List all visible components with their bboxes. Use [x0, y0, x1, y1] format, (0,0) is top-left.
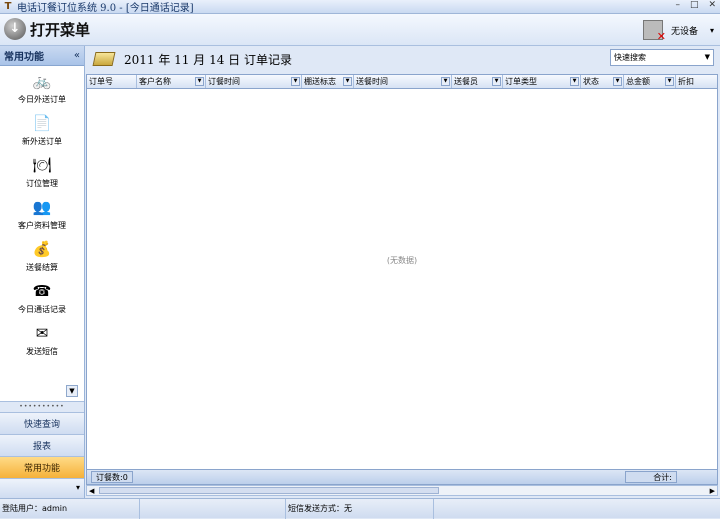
column-header-delivery-time[interactable]: 送餐时间 ▼ [354, 75, 452, 88]
sidebar-options-bar: ▾ [0, 478, 84, 498]
column-header-status[interactable]: 状态 ▼ [581, 75, 624, 88]
filter-dropdown-icon[interactable]: ▼ [613, 77, 622, 86]
sidebar-item-sms[interactable]: ✉ 发送短信 [0, 322, 84, 357]
down-arrow-icon: ↓ [4, 18, 26, 40]
scrollbar-thumb[interactable] [99, 487, 439, 494]
quick-search-select[interactable]: 快速搜索 ▼ [610, 49, 714, 66]
device-label: 无设备 [670, 26, 698, 37]
table-reservation-icon: 🍽 [32, 156, 52, 174]
page-title: 2011 年 11 月 14 日 订单记录 [124, 52, 292, 67]
customer-icon: 👥 [32, 198, 52, 216]
filter-dropdown-icon[interactable]: ▼ [343, 77, 352, 86]
open-menu-button[interactable]: ↓ 打开菜单 [4, 18, 90, 40]
column-header-order-time[interactable]: 订餐时间 ▼ [206, 75, 302, 88]
call-log-icon: ☎ [32, 282, 52, 300]
filter-dropdown-icon[interactable]: ▼ [195, 77, 204, 86]
sidebar-scroll-down-button[interactable]: ▼ [66, 385, 78, 397]
sidebar-item-label: 客户资料管理 [18, 221, 66, 230]
nav-button-common-functions[interactable]: 常用功能 [0, 456, 84, 478]
sidebar-item-label: 今日外送订单 [18, 95, 66, 104]
minimize-button[interactable]: – [675, 0, 680, 10]
window-title: 电话订餐订位系统 9.0 - [今日通话记录] [17, 3, 194, 14]
window-controls: – □ ✕ [675, 0, 716, 10]
filter-dropdown-icon[interactable]: ▼ [492, 77, 501, 86]
column-header-customer[interactable]: 客户名称 ▼ [137, 75, 206, 88]
status-user: 登陆用户：admin [0, 499, 140, 519]
splitter-grip[interactable]: •••••••••• [0, 402, 84, 412]
chevron-down-icon[interactable]: ▾ [710, 26, 714, 35]
filter-dropdown-icon[interactable]: ▼ [441, 77, 450, 86]
column-header-courier[interactable]: 送餐员 ▼ [452, 75, 503, 88]
sidebar-header: 常用功能 « [0, 46, 84, 66]
column-header-order-type[interactable]: 订单类型 ▼ [503, 75, 581, 88]
sidebar-item-settlement[interactable]: 💰 送餐结算 [0, 238, 84, 273]
title-bar: T 电话订餐订位系统 9.0 - [今日通话记录] – □ ✕ [0, 0, 720, 14]
total-amount: 合计: [625, 471, 677, 483]
sidebar-item-label: 送餐结算 [26, 263, 58, 272]
main-panel: 2011 年 11 月 14 日 订单记录 快速搜索 ▼ 订单号 客户名称 ▼ 订… [86, 46, 720, 498]
sidebar: 常用功能 « 🚲 今日外送订单 📄 新外送订单 🍽 订位管理 👥 客户资料管理 … [0, 46, 85, 498]
sidebar-items: 🚲 今日外送订单 📄 新外送订单 🍽 订位管理 👥 客户资料管理 💰 送餐结算 … [0, 66, 84, 402]
status-bar: 登陆用户：admin 短信发送方式：无 [0, 498, 720, 519]
filter-dropdown-icon[interactable]: ▼ [665, 77, 674, 86]
sidebar-item-call-log[interactable]: ☎ 今日通话记录 [0, 280, 84, 315]
sidebar-item-today-delivery[interactable]: 🚲 今日外送订单 [0, 70, 84, 105]
maximize-button[interactable]: □ [690, 0, 699, 10]
column-header-total[interactable]: 总金额 ▼ [624, 75, 676, 88]
order-count: 订餐数:0 [91, 471, 133, 483]
table-header: 订单号 客户名称 ▼ 订餐时间 ▼ 棚送标志 ▼ 送餐时间 ▼ 送餐员 ▼ 订单类型 ▼ 状… [87, 75, 717, 89]
collapse-icon[interactable]: « [74, 50, 80, 61]
bike-delivery-icon: 🚲 [32, 72, 52, 90]
filter-dropdown-icon[interactable]: ▼ [291, 77, 300, 86]
coins-icon: 💰 [32, 240, 52, 258]
status-sms-mode: 短信发送方式：无 [286, 499, 434, 519]
device-status[interactable]: 无设备 ▾ [642, 20, 714, 43]
menu-bar: ↓ 打开菜单 无设备 ▾ [0, 14, 720, 46]
status-empty-1 [140, 499, 286, 519]
close-button[interactable]: ✕ [708, 0, 716, 10]
nav-button-reports[interactable]: 报表 [0, 434, 84, 456]
sidebar-item-label: 新外送订单 [22, 137, 62, 146]
status-empty-2 [434, 499, 720, 519]
chevron-down-icon: ▼ [704, 53, 710, 61]
column-header-order-no[interactable]: 订单号 [87, 75, 137, 88]
sidebar-title: 常用功能 [4, 52, 44, 63]
scroll-right-icon[interactable]: ▶ [710, 486, 715, 496]
sms-icon: ✉ [35, 324, 49, 342]
scroll-left-icon[interactable]: ◀ [89, 486, 94, 496]
new-document-icon: 📄 [32, 114, 52, 132]
table-footer: 订餐数:0 合计: [86, 470, 718, 485]
app-icon: T [4, 0, 12, 12]
column-header-discount[interactable]: 折扣 [676, 75, 717, 88]
horizontal-scrollbar[interactable]: ◀ ▶ [86, 485, 718, 496]
empty-state: (无数据) [386, 256, 418, 265]
sidebar-item-label: 今日通话记录 [18, 305, 66, 314]
quick-search-value: 快速搜索 [614, 53, 646, 62]
chevron-down-icon[interactable]: ▾ [76, 483, 80, 492]
sidebar-item-customers[interactable]: 👥 客户资料管理 [0, 196, 84, 231]
nav-button-quick-query[interactable]: 快速查询 [0, 412, 84, 434]
sidebar-item-label: 发送短信 [26, 347, 58, 356]
book-icon [92, 52, 116, 66]
open-menu-label: 打开菜单 [30, 20, 91, 39]
sidebar-item-new-delivery[interactable]: 📄 新外送订单 [0, 112, 84, 147]
sidebar-item-reservation[interactable]: 🍽 订位管理 [0, 154, 84, 189]
sidebar-item-label: 订位管理 [26, 179, 58, 188]
device-disconnected-icon [642, 20, 666, 43]
column-header-delivery-flag[interactable]: 棚送标志 ▼ [302, 75, 354, 88]
orders-table: 订单号 客户名称 ▼ 订餐时间 ▼ 棚送标志 ▼ 送餐时间 ▼ 送餐员 ▼ 订单类型 ▼ 状… [86, 74, 718, 470]
filter-dropdown-icon[interactable]: ▼ [570, 77, 579, 86]
